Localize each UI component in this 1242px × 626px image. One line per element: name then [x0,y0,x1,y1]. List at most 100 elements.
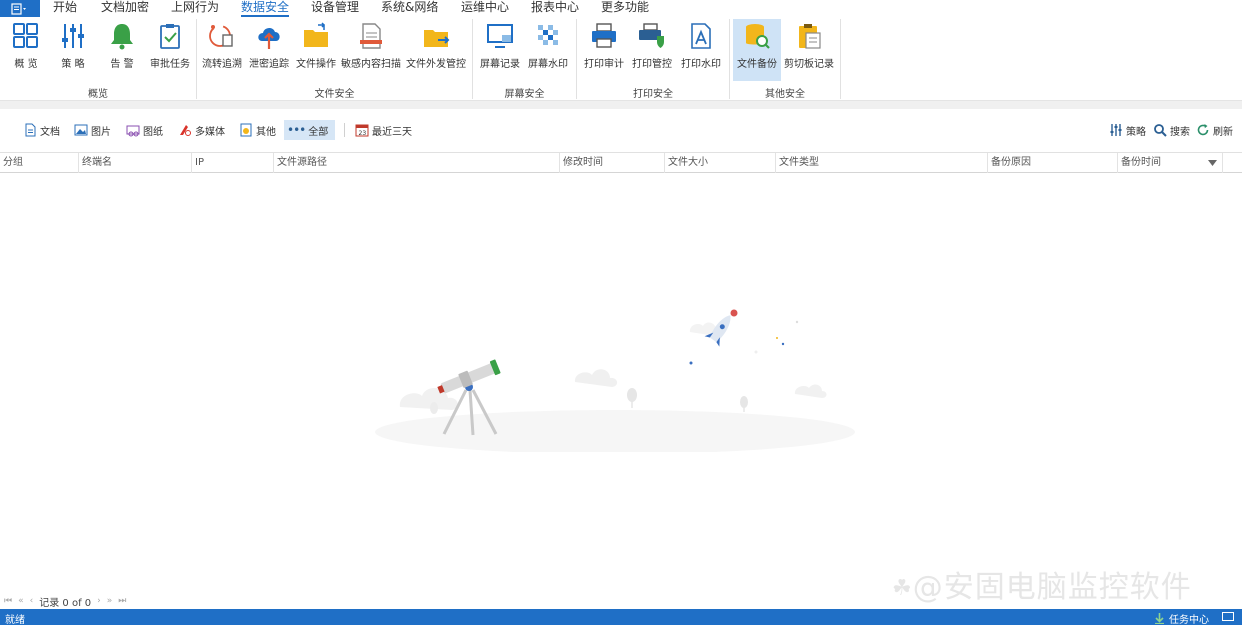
filter-document[interactable]: 文档 [20,120,63,140]
clipboard-record-button[interactable]: 剪切板记录 [783,19,835,81]
document-scan-icon [360,23,382,49]
sort-dropdown-icon[interactable] [1208,160,1217,166]
previous-page-button[interactable]: ‹ [30,596,34,606]
clipboard-check-icon [160,24,180,49]
policy-action-label: 策略 [1126,126,1146,138]
search-icon [1154,124,1167,137]
database-search-icon [746,24,770,49]
overview-label: 概 览 [14,59,38,70]
approval-task-button[interactable]: 审批任务 [149,19,191,81]
filter-other[interactable]: 其他 [236,120,279,140]
printer-shield-icon [639,23,664,48]
column-terminal-name[interactable]: 终端名 [79,153,192,173]
column-backup-reason[interactable]: 备份原因 [988,153,1118,173]
search-action[interactable]: 搜索 [1150,120,1193,140]
next-set-button[interactable]: » [107,596,113,606]
table-header: 分组 终端名 IP 文件源路径 修改时间 文件大小 文件类型 备份原因 备份时间 [0,152,1242,173]
bell-icon [111,24,133,50]
filter-bar: 文档 图片 图纸 多媒体 其他 ••• 全部 23 最近三天 策略 搜索 刷新 [0,109,1242,151]
outgoing-control-label: 文件外发管控 [406,59,466,70]
tab-ops-center[interactable]: 运维中心 [461,0,509,17]
grid-icon [13,23,38,48]
multimedia-icon [180,125,191,136]
policy-action[interactable]: 策略 [1106,120,1149,140]
keyboard-icon[interactable] [1222,612,1234,621]
clipboard-icon [799,24,821,49]
task-center-button[interactable]: 任务中心 [1154,611,1209,626]
refresh-action[interactable]: 刷新 [1193,120,1236,140]
tab-document-encryption[interactable]: 文档加密 [101,0,149,17]
document-icon [25,123,36,137]
filter-image[interactable]: 图片 [71,120,114,140]
file-backup-button[interactable]: 文件备份 [733,19,781,81]
outgoing-control-button[interactable]: 文件外发管控 [405,19,467,81]
leak-trace-button[interactable]: 泄密追踪 [248,19,290,81]
refresh-action-label: 刷新 [1213,126,1233,138]
flow-trace-icon [209,25,233,47]
tab-more-features[interactable]: 更多功能 [601,0,649,17]
file-operation-button[interactable]: 文件操作 [295,19,337,81]
group-overview-label: 概览 [88,89,108,100]
sensitive-scan-button[interactable]: 敏感内容扫描 [341,19,401,81]
print-watermark-button[interactable]: 打印水印 [680,19,722,81]
tab-internet-behavior[interactable]: 上网行为 [171,0,219,17]
tab-device-management[interactable]: 设备管理 [311,0,359,17]
svg-text:23: 23 [359,130,367,137]
filter-multimedia[interactable]: 多媒体 [175,120,228,140]
column-group[interactable]: 分组 [0,153,79,173]
drawing-icon [126,125,140,137]
app-menu-icon[interactable] [0,0,40,17]
print-control-button[interactable]: 打印管控 [631,19,673,81]
record-count: 记录 0 of 0 [39,597,92,609]
column-source-path[interactable]: 文件源路径 [274,153,560,173]
tab-system-network[interactable]: 系统&网络 [381,0,438,17]
filter-image-label: 图片 [91,126,111,138]
refresh-icon [1197,124,1209,136]
filter-divider [344,123,345,137]
clipboard-record-label: 剪切板记录 [784,59,834,70]
watermark-pattern-icon [538,25,558,45]
search-action-label: 搜索 [1170,126,1190,138]
menu-bar: 开始 文档加密 上网行为 数据安全 设备管理 系统&网络 运维中心 报表中心 更… [0,0,1242,17]
screen-record-label: 屏幕记录 [480,59,520,70]
tab-data-security[interactable]: 数据安全 [241,0,290,17]
paw-logo-icon: ☘ [892,576,913,601]
group-divider [840,19,841,99]
filter-drawing-label: 图纸 [143,126,163,138]
folder-icon [304,22,328,47]
table-body [0,174,1242,592]
filter-all-label: 全部 [308,126,329,138]
last-page-button[interactable]: ⏭ [118,596,126,606]
tab-start[interactable]: 开始 [53,0,77,17]
folder-arrow-icon [424,30,450,47]
flow-trace-button[interactable]: 流转追溯 [201,19,243,81]
task-center-label: 任务中心 [1169,615,1209,626]
more-dots-icon: ••• [287,123,306,137]
alert-button[interactable]: 告 警 [102,19,142,81]
screen-watermark-button[interactable]: 屏幕水印 [527,19,569,81]
print-watermark-label: 打印水印 [681,59,721,70]
filter-all[interactable]: ••• 全部 [284,120,335,140]
first-page-button[interactable]: ⏮ [4,596,12,606]
filter-last-three-days[interactable]: 23 最近三天 [352,120,415,140]
file-operation-label: 文件操作 [296,59,336,70]
flow-trace-label: 流转追溯 [202,59,242,70]
screen-record-button[interactable]: 屏幕记录 [478,19,522,81]
overview-button[interactable]: 概 览 [6,19,46,81]
calendar-icon: 23 [355,124,369,137]
column-file-size[interactable]: 文件大小 [665,153,776,173]
policy-button[interactable]: 策 略 [53,19,93,81]
previous-set-button[interactable]: « [18,596,24,606]
next-page-button[interactable]: › [97,596,101,606]
column-ip[interactable]: IP [192,153,274,173]
group-other-security-label: 其他安全 [765,89,805,100]
print-audit-button[interactable]: 打印审计 [583,19,625,81]
leak-trace-label: 泄密追踪 [249,59,289,70]
column-modified-time[interactable]: 修改时间 [560,153,665,173]
tab-report-center[interactable]: 报表中心 [531,0,579,17]
printer-icon [592,23,616,48]
filter-drawing[interactable]: 图纸 [123,120,166,140]
print-control-label: 打印管控 [632,59,672,70]
column-file-type[interactable]: 文件类型 [776,153,988,173]
download-icon [1155,613,1164,624]
